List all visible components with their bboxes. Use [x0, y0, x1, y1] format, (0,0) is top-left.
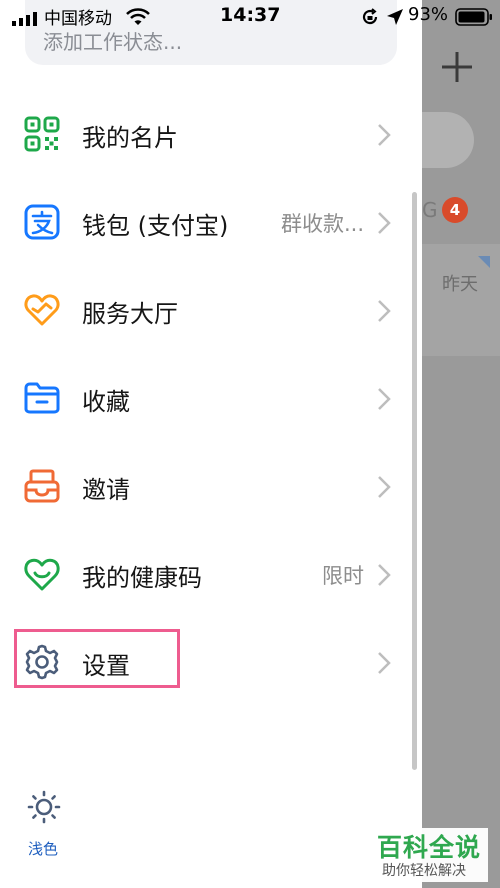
menu-item-label: 钱包 (支付宝): [82, 212, 229, 240]
clock: 14:37: [220, 4, 281, 26]
menu-item-label: 我的健康码: [82, 564, 202, 592]
signal-strength-icon: [12, 12, 37, 26]
theme-label: 浅色: [28, 840, 59, 858]
chevron-right-icon: [378, 388, 391, 410]
chevron-right-icon: [378, 124, 391, 146]
watermark-logo: 百科全说 助你轻松解决: [373, 828, 488, 882]
service-hall-icon: [24, 294, 60, 326]
menu-item-health-code[interactable]: 我的健康码 限时: [0, 530, 422, 618]
menu-item-label: 服务大厅: [82, 300, 178, 328]
watermark-title: 百科全说: [377, 833, 482, 862]
qr-code-icon: [24, 116, 60, 152]
background-chat-row: 昨天: [422, 244, 500, 356]
background-group-label: G: [422, 198, 438, 222]
theme-toggle-button[interactable]: 浅色: [22, 790, 66, 860]
invite-inbox-icon: [24, 469, 60, 503]
drawer-scrollbar[interactable]: [412, 192, 417, 770]
menu-item-hint: 限时: [322, 564, 364, 588]
chevron-right-icon: [378, 300, 391, 322]
chevron-right-icon: [378, 476, 391, 498]
background-search-bar: [422, 112, 474, 168]
menu-item-favorites[interactable]: 收藏: [0, 354, 422, 442]
menu-item-label: 我的名片: [82, 124, 178, 152]
battery-icon: [455, 8, 492, 26]
chevron-right-icon: [378, 652, 391, 674]
dimmed-background-page[interactable]: G 4 昨天: [422, 0, 500, 888]
unread-badge: 4: [442, 197, 468, 223]
chevron-right-icon: [378, 212, 391, 234]
status-bar: 中国移动 14:37 93%: [0, 0, 500, 34]
alipay-wallet-icon: [24, 204, 60, 240]
rotation-lock-icon: [362, 8, 378, 25]
pin-corner-icon: [478, 256, 490, 268]
menu-item-invite[interactable]: 邀请: [0, 442, 422, 530]
watermark-subtitle: 助你轻松解决: [382, 863, 466, 879]
battery-percentage: 93%: [408, 4, 449, 25]
health-heart-icon: [24, 558, 60, 591]
sun-icon: [27, 790, 61, 824]
menu-item-label: 邀请: [82, 476, 130, 504]
side-drawer: 添加工作状态... 我的名片 钱包 (支付宝) 群收款... 服务大厅 收藏 邀…: [0, 0, 422, 888]
menu-item-label: 收藏: [82, 388, 130, 416]
menu-item-wallet[interactable]: 钱包 (支付宝) 群收款...: [0, 178, 422, 266]
plus-icon: [442, 52, 472, 82]
chevron-right-icon: [378, 564, 391, 586]
menu-item-hint: 群收款...: [280, 212, 364, 236]
menu-item-business-card[interactable]: 我的名片: [0, 90, 422, 178]
wifi-icon: [126, 8, 150, 25]
chat-date-label: 昨天: [442, 274, 478, 295]
folder-favorites-icon: [24, 382, 60, 414]
menu-item-service-hall[interactable]: 服务大厅: [0, 266, 422, 354]
carrier-name: 中国移动: [44, 9, 112, 29]
location-arrow-icon: [387, 9, 403, 25]
highlight-annotation-box: [14, 629, 180, 688]
